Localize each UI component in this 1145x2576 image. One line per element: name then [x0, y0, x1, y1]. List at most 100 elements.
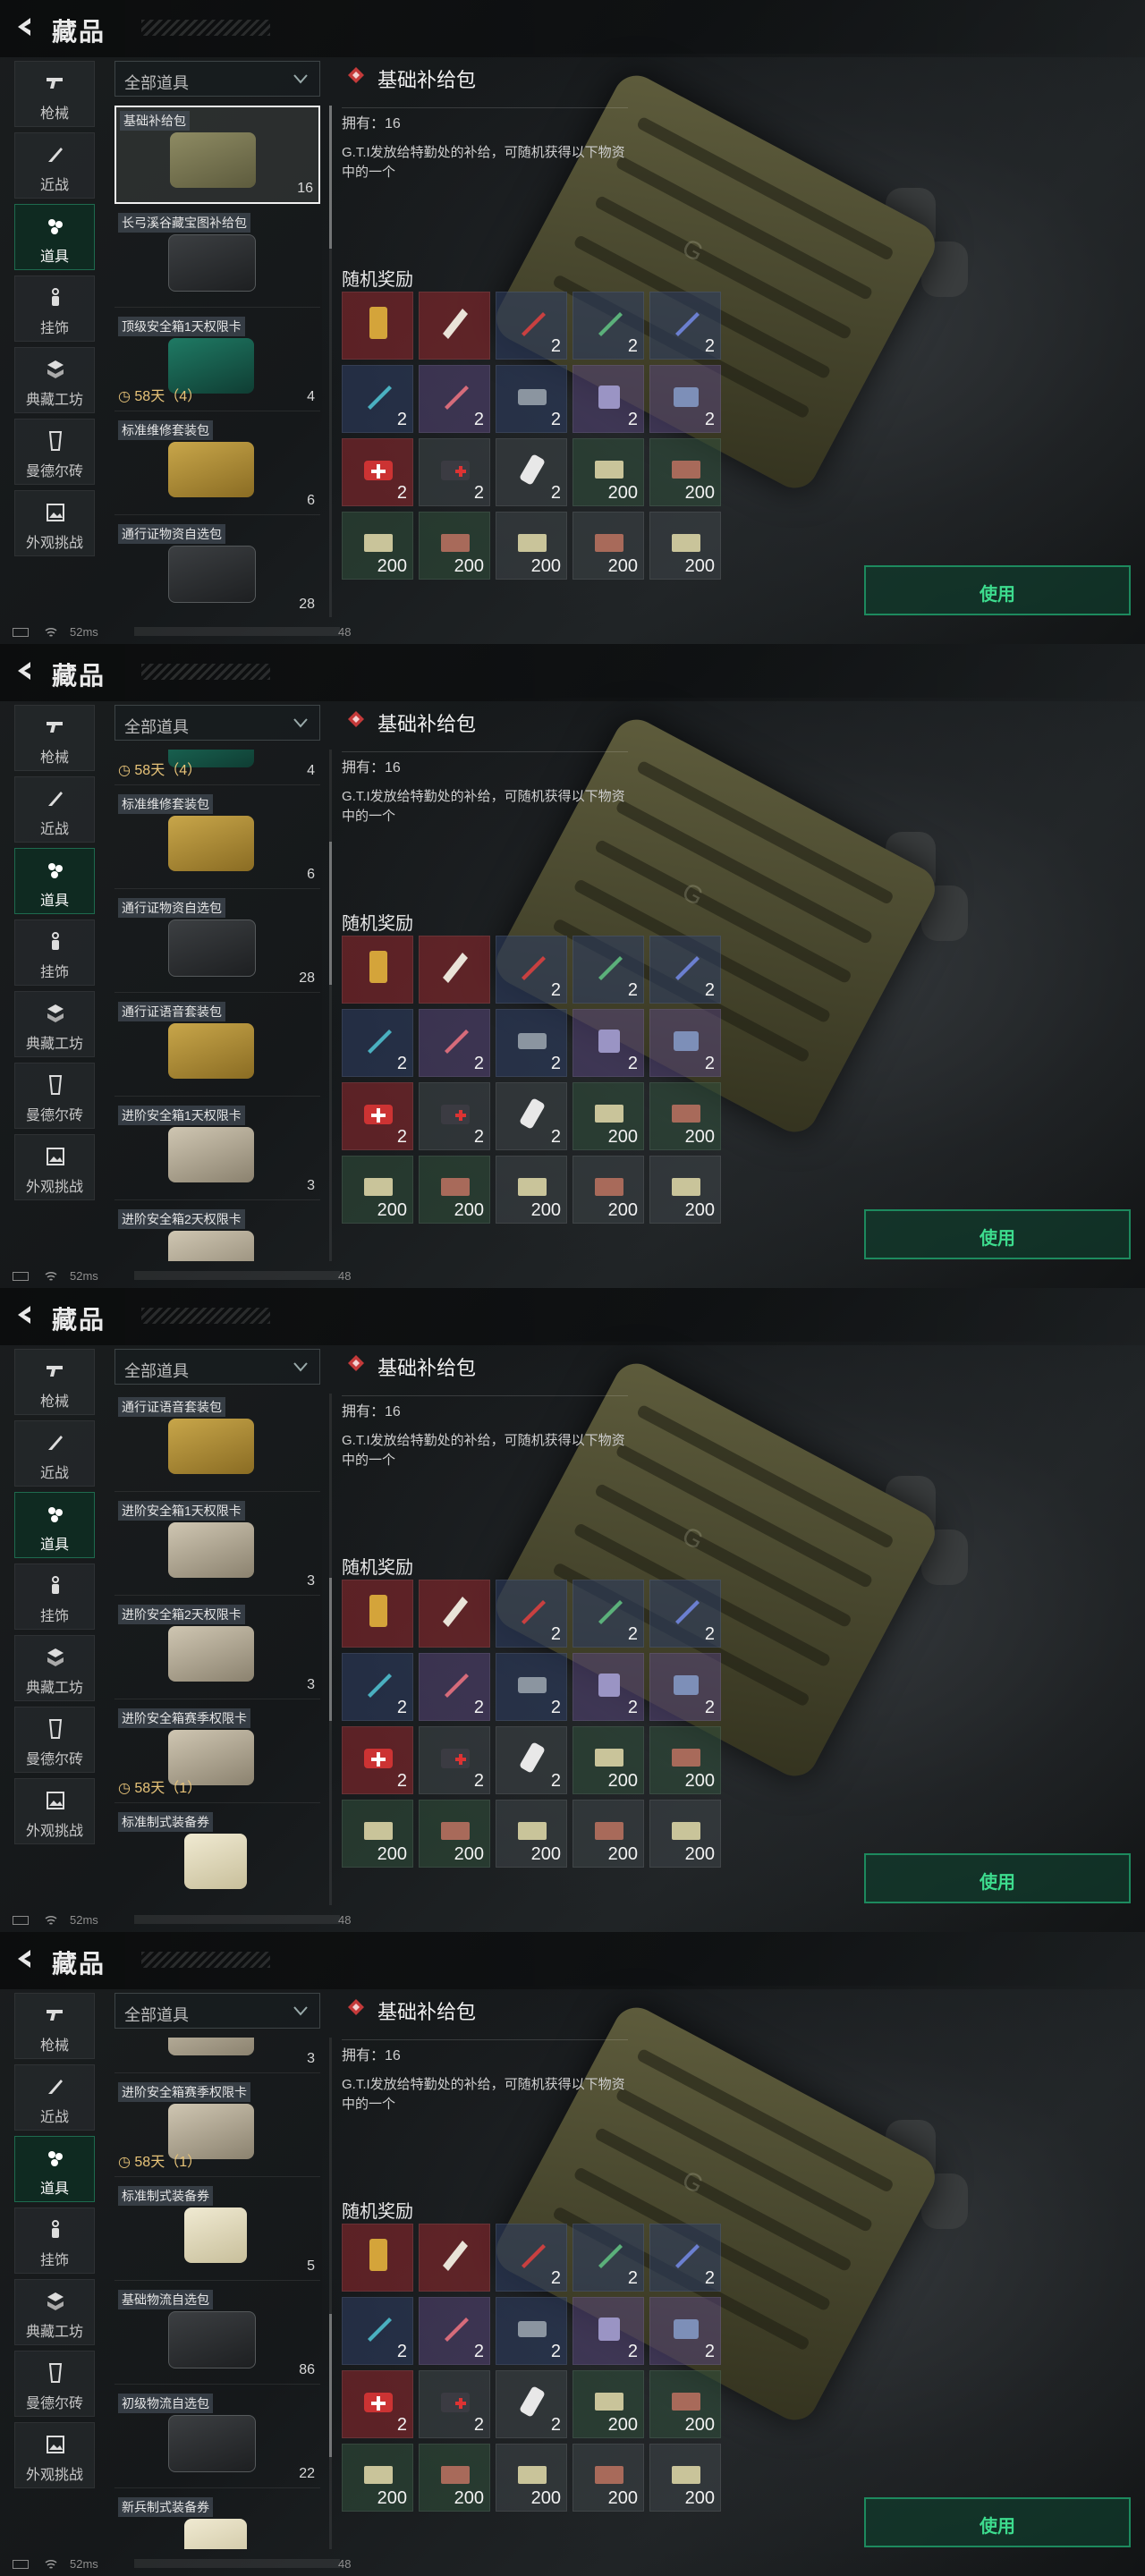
- reward-item[interactable]: 2: [419, 365, 490, 433]
- reward-item[interactable]: 2: [572, 2297, 644, 2365]
- list-scrollbar-thumb[interactable]: [329, 106, 332, 249]
- sidebar-item[interactable]: 近战: [14, 132, 95, 199]
- list-item[interactable]: 4 ◷ 58天（4）: [114, 750, 320, 785]
- reward-item[interactable]: 200: [342, 1156, 413, 1224]
- reward-item[interactable]: 2: [342, 1726, 413, 1794]
- reward-item[interactable]: 200: [572, 1082, 644, 1150]
- reward-item[interactable]: 200: [649, 438, 721, 506]
- reward-item[interactable]: 200: [419, 1156, 490, 1224]
- reward-item[interactable]: 200: [572, 512, 644, 580]
- list-item[interactable]: 进阶安全箱1天权限卡 3: [114, 1497, 320, 1596]
- reward-item[interactable]: 2: [649, 1653, 721, 1721]
- reward-item[interactable]: 2: [496, 936, 567, 1004]
- reward-item[interactable]: 200: [572, 1156, 644, 1224]
- sidebar-item[interactable]: 外观挑战: [14, 1778, 95, 1844]
- reward-item[interactable]: 2: [419, 1082, 490, 1150]
- sidebar-item[interactable]: 典藏工坊: [14, 347, 95, 413]
- reward-item[interactable]: 2: [496, 1082, 567, 1150]
- reward-item[interactable]: 2: [496, 1653, 567, 1721]
- reward-item[interactable]: 200: [649, 512, 721, 580]
- reward-item[interactable]: [419, 1580, 490, 1648]
- list-item[interactable]: 进阶安全箱2天权限卡: [114, 1206, 320, 1261]
- list-item[interactable]: 初级物流自选包 22: [114, 2390, 320, 2488]
- reward-item[interactable]: [342, 292, 413, 360]
- reward-item[interactable]: 2: [342, 1009, 413, 1077]
- sidebar-item[interactable]: 近战: [14, 776, 95, 843]
- sidebar-item[interactable]: 典藏工坊: [14, 1635, 95, 1701]
- reward-item[interactable]: 200: [342, 512, 413, 580]
- reward-item[interactable]: [419, 2224, 490, 2292]
- reward-item[interactable]: 2: [419, 2297, 490, 2365]
- sidebar-item[interactable]: 曼德尔砖: [14, 2351, 95, 2417]
- reward-item[interactable]: 200: [649, 1800, 721, 1868]
- reward-item[interactable]: 2: [342, 438, 413, 506]
- reward-item[interactable]: 200: [419, 512, 490, 580]
- reward-item[interactable]: 200: [572, 438, 644, 506]
- reward-item[interactable]: [342, 936, 413, 1004]
- reward-item[interactable]: 2: [649, 1009, 721, 1077]
- back-icon[interactable]: [13, 658, 38, 683]
- list-item[interactable]: 通行证语音套装包: [114, 998, 320, 1097]
- reward-item[interactable]: 200: [572, 1800, 644, 1868]
- reward-item[interactable]: 2: [649, 2224, 721, 2292]
- reward-item[interactable]: 200: [649, 2370, 721, 2438]
- reward-item[interactable]: 2: [649, 292, 721, 360]
- filter-dropdown[interactable]: 全部道具: [114, 705, 320, 741]
- sidebar-item[interactable]: 外观挑战: [14, 490, 95, 556]
- sidebar-item[interactable]: 典藏工坊: [14, 991, 95, 1057]
- reward-item[interactable]: [419, 936, 490, 1004]
- reward-item[interactable]: 2: [496, 2370, 567, 2438]
- use-button[interactable]: 使用: [864, 2497, 1131, 2547]
- reward-item[interactable]: 2: [649, 2297, 721, 2365]
- reward-item[interactable]: 2: [419, 2370, 490, 2438]
- list-scrollbar-thumb[interactable]: [329, 2314, 332, 2457]
- reward-item[interactable]: 200: [649, 1082, 721, 1150]
- list-scrollbar-thumb[interactable]: [329, 842, 332, 985]
- list-item[interactable]: 新兵制式装备券: [114, 2494, 320, 2549]
- reward-item[interactable]: 2: [496, 2224, 567, 2292]
- reward-item[interactable]: 2: [496, 292, 567, 360]
- list-item[interactable]: 进阶安全箱1天权限卡 3: [114, 1102, 320, 1200]
- sidebar-item[interactable]: 道具: [14, 848, 95, 914]
- reward-item[interactable]: 200: [496, 2444, 567, 2512]
- list-item[interactable]: 通行证物资自选包 28: [114, 521, 320, 617]
- reward-item[interactable]: 200: [649, 1156, 721, 1224]
- reward-item[interactable]: 200: [419, 1800, 490, 1868]
- reward-item[interactable]: 200: [649, 1726, 721, 1794]
- reward-item[interactable]: 2: [342, 1653, 413, 1721]
- list-item[interactable]: 3: [114, 2038, 320, 2073]
- reward-item[interactable]: 200: [419, 2444, 490, 2512]
- sidebar-item[interactable]: 挂饰: [14, 2207, 95, 2274]
- reward-item[interactable]: 2: [649, 936, 721, 1004]
- reward-item[interactable]: 200: [496, 512, 567, 580]
- reward-item[interactable]: 2: [649, 1580, 721, 1648]
- list-item[interactable]: 标准制式装备券: [114, 1809, 320, 1905]
- filter-dropdown[interactable]: 全部道具: [114, 61, 320, 97]
- list-item[interactable]: 通行证物资自选包 28: [114, 894, 320, 993]
- reward-item[interactable]: 2: [419, 1009, 490, 1077]
- sidebar-item[interactable]: 曼德尔砖: [14, 1063, 95, 1129]
- list-item[interactable]: 长弓溪谷藏宝图补给包: [114, 209, 320, 308]
- sidebar-item[interactable]: 外观挑战: [14, 2422, 95, 2488]
- reward-item[interactable]: 200: [572, 2444, 644, 2512]
- reward-item[interactable]: [419, 292, 490, 360]
- sidebar-item[interactable]: 挂饰: [14, 1563, 95, 1630]
- reward-item[interactable]: [342, 1580, 413, 1648]
- reward-item[interactable]: 2: [496, 1009, 567, 1077]
- reward-item[interactable]: 200: [496, 1800, 567, 1868]
- reward-item[interactable]: 2: [572, 936, 644, 1004]
- reward-item[interactable]: [342, 2224, 413, 2292]
- sidebar-item[interactable]: 近战: [14, 2064, 95, 2131]
- use-button[interactable]: 使用: [864, 1209, 1131, 1259]
- list-item[interactable]: 基础补给包 16: [114, 106, 320, 204]
- reward-item[interactable]: 200: [649, 2444, 721, 2512]
- use-button[interactable]: 使用: [864, 565, 1131, 615]
- sidebar-item[interactable]: 近战: [14, 1420, 95, 1487]
- list-scrollbar[interactable]: [329, 106, 332, 617]
- reward-item[interactable]: 200: [572, 2370, 644, 2438]
- reward-item[interactable]: 2: [342, 2297, 413, 2365]
- reward-item[interactable]: 2: [572, 1580, 644, 1648]
- sidebar-item[interactable]: 枪械: [14, 61, 95, 127]
- reward-item[interactable]: 2: [496, 1580, 567, 1648]
- reward-item[interactable]: 2: [419, 1726, 490, 1794]
